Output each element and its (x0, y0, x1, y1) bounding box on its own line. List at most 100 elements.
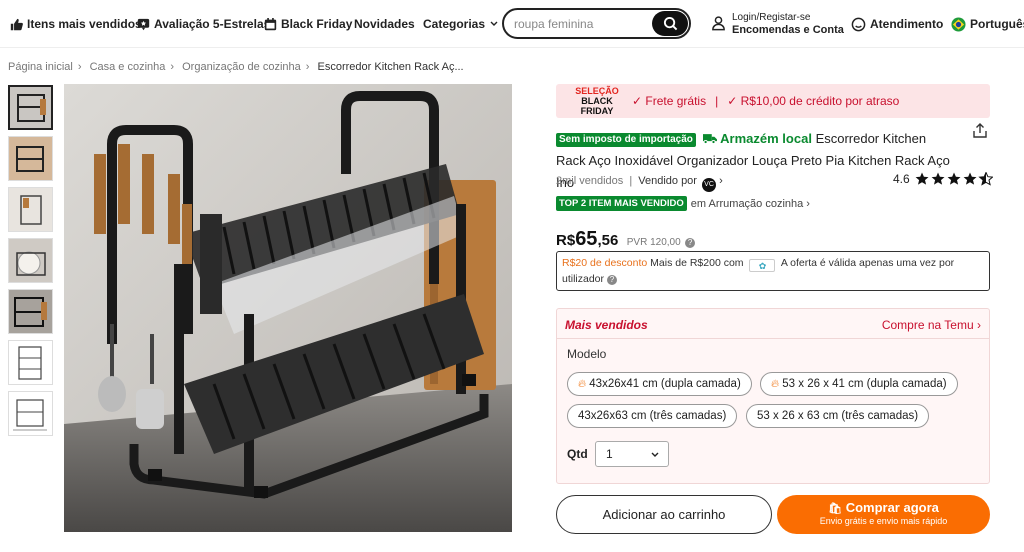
bf-logo-line2: BLACK FRIDAY (580, 96, 614, 116)
search-button[interactable] (652, 11, 688, 36)
buy-now-button[interactable]: 🛍︎ Comprar agora Envio grátis e envio ma… (777, 495, 990, 534)
fire-icon: 🔥︎ (578, 378, 587, 390)
top-seller-badge: TOP 2 ITEM MAIS VENDIDO (556, 196, 687, 211)
buy-now-label: Comprar agora (845, 500, 939, 515)
language-selector[interactable]: Português (951, 14, 1024, 34)
model-option-label: 43x26x41 cm (dupla camada) (589, 378, 741, 390)
login-label: Login/Registar-se (732, 12, 811, 23)
model-option-1[interactable]: 🔥︎ 43x26x41 cm (dupla camada) (567, 372, 752, 396)
model-option-label: 43x26x63 cm (três camadas) (578, 410, 727, 422)
brazil-flag-icon (951, 16, 966, 32)
no-import-tax-badge: Sem imposto de importação (556, 133, 696, 147)
bf-logo-line1: SELEÇÃO (575, 86, 619, 96)
free-shipping-text: ✓ Frete grátis (632, 94, 707, 108)
nav-black-friday[interactable]: Black Friday (264, 14, 352, 34)
model-option-3[interactable]: 43x26x63 cm (três camadas) (567, 404, 738, 428)
model-option-2[interactable]: 🔥︎ 53 x 26 x 41 cm (dupla camada) (760, 372, 958, 396)
sold-by-label[interactable]: Vendido por (638, 175, 697, 187)
nav-best-sellers-label: Itens mais vendidos (27, 17, 142, 31)
user-icon[interactable] (711, 15, 726, 31)
promo-condition: Mais de R$200 com (650, 257, 744, 269)
best-sellers-header: Mais vendidos Compre na Temu › (557, 309, 989, 339)
star-badge-icon (137, 18, 150, 30)
quantity-label: Qtd (567, 447, 588, 461)
best-sellers-panel: Mais vendidos Compre na Temu › Modelo 🔥︎… (556, 308, 990, 484)
smile-icon (851, 17, 866, 31)
calendar-icon (264, 17, 277, 30)
seller-avatar[interactable]: VC (702, 178, 717, 192)
fire-icon: 🔥︎ (771, 378, 780, 390)
thumbnail-4[interactable] (8, 238, 53, 283)
support-label: Atendimento (870, 17, 944, 31)
top-seller-category: em Arrumação cozinha (690, 197, 804, 210)
black-friday-banner: SELEÇÃO BLACK FRIDAY ✓ Frete grátis | ✓ … (556, 84, 990, 118)
price: R$65,56 PVR 120,00 ? (556, 228, 696, 251)
thumbnail-7[interactable] (8, 391, 53, 436)
payment-method-icon: ✿ (749, 259, 776, 272)
thumbnail-2[interactable] (8, 136, 53, 181)
breadcrumb-home[interactable]: Página inicial (8, 61, 73, 73)
top-nav: Itens mais vendidos Avaliação 5-Estrelas… (0, 0, 1024, 48)
model-option-label: 53 x 26 x 63 cm (três camadas) (757, 410, 919, 422)
nav-categories[interactable]: Categorias (423, 14, 503, 34)
language-label: Português (970, 17, 1024, 31)
orders-label: Encomendas e Conta (732, 24, 844, 36)
truck-icon (702, 134, 717, 145)
breadcrumb-separator: › (305, 61, 310, 73)
price-currency: R$ (556, 232, 576, 249)
nav-new[interactable]: Novidades (354, 14, 415, 34)
rating[interactable]: 4.6 (893, 172, 993, 186)
rating-stars-icon (915, 172, 993, 186)
search-input[interactable] (514, 15, 654, 32)
promo-box: R$20 de desconto Mais de R$200 com ✿ A o… (556, 251, 990, 291)
support-link[interactable]: Atendimento (851, 14, 943, 34)
quantity-value: 1 (606, 447, 613, 461)
shop-on-temu-label: Compre na Temu (881, 318, 974, 332)
breadcrumb: Página inicial › Casa e cozinha › Organiza… (8, 61, 464, 73)
thumbnail-3[interactable] (8, 187, 53, 232)
info-icon[interactable]: ? (685, 238, 696, 248)
rating-value: 4.6 (893, 172, 910, 186)
thumbs-up-icon (10, 18, 23, 30)
buy-now-sub: Envio grátis e envio mais rápido (819, 516, 948, 526)
breadcrumb-home-kitchen[interactable]: Casa e cozinha (90, 61, 166, 73)
chevron-right-icon: › (719, 175, 723, 187)
nav-five-star-label: Avaliação 5-Estrelas (154, 17, 271, 31)
thumbnail-5[interactable] (8, 289, 53, 334)
chevron-down-icon (651, 452, 659, 457)
nav-best-sellers[interactable]: Itens mais vendidos (10, 14, 142, 34)
sales-info: 2mil vendidos | Vendido por VC › (556, 175, 723, 192)
search-bar (502, 8, 691, 39)
chevron-down-icon (490, 21, 498, 26)
share-icon[interactable] (972, 123, 988, 139)
credit-text: ✓ R$10,00 de crédito por atraso (727, 94, 900, 108)
thumbnail-6[interactable] (8, 340, 53, 385)
shop-on-temu-link[interactable]: Compre na Temu › (882, 318, 981, 332)
nav-new-label: Novidades (354, 17, 415, 31)
add-to-cart-button[interactable]: Adicionar ao carrinho (556, 495, 772, 534)
search-icon (663, 16, 677, 31)
nav-five-star[interactable]: Avaliação 5-Estrelas (137, 14, 270, 34)
account-menu[interactable]: Login/Registar-se Encomendas e Conta (732, 12, 844, 37)
model-label: Modelo (567, 347, 607, 361)
nav-black-friday-label: Black Friday (281, 17, 353, 31)
add-to-cart-label: Adicionar ao carrinho (602, 507, 726, 522)
bag-icon: 🛍︎ (828, 503, 843, 515)
top-seller-row[interactable]: TOP 2 ITEM MAIS VENDIDO em Arrumação coz… (556, 196, 810, 211)
model-option-4[interactable]: 53 x 26 x 63 cm (três camadas) (746, 404, 930, 428)
promo-info-icon[interactable]: ? (606, 275, 617, 285)
model-option-label: 53 x 26 x 41 cm (dupla camada) (782, 378, 947, 390)
price-decimal: ,56 (597, 232, 619, 249)
breadcrumb-separator: › (170, 61, 175, 73)
thumbnail-1[interactable] (8, 85, 53, 130)
best-sellers-title: Mais vendidos (565, 318, 648, 332)
breadcrumb-kitchen-org[interactable]: Organização de cozinha (182, 61, 301, 73)
nav-categories-label: Categorias (423, 17, 486, 31)
product-main-image[interactable] (64, 84, 512, 532)
quantity-select[interactable]: 1 (595, 441, 669, 467)
local-warehouse-label: Armazém local (720, 131, 812, 146)
banner-separator: | (715, 94, 719, 108)
black-friday-logo: SELEÇÃO BLACK FRIDAY (564, 86, 630, 116)
chevron-right-icon: › (806, 197, 810, 210)
promo-discount: R$20 de desconto (562, 257, 648, 269)
